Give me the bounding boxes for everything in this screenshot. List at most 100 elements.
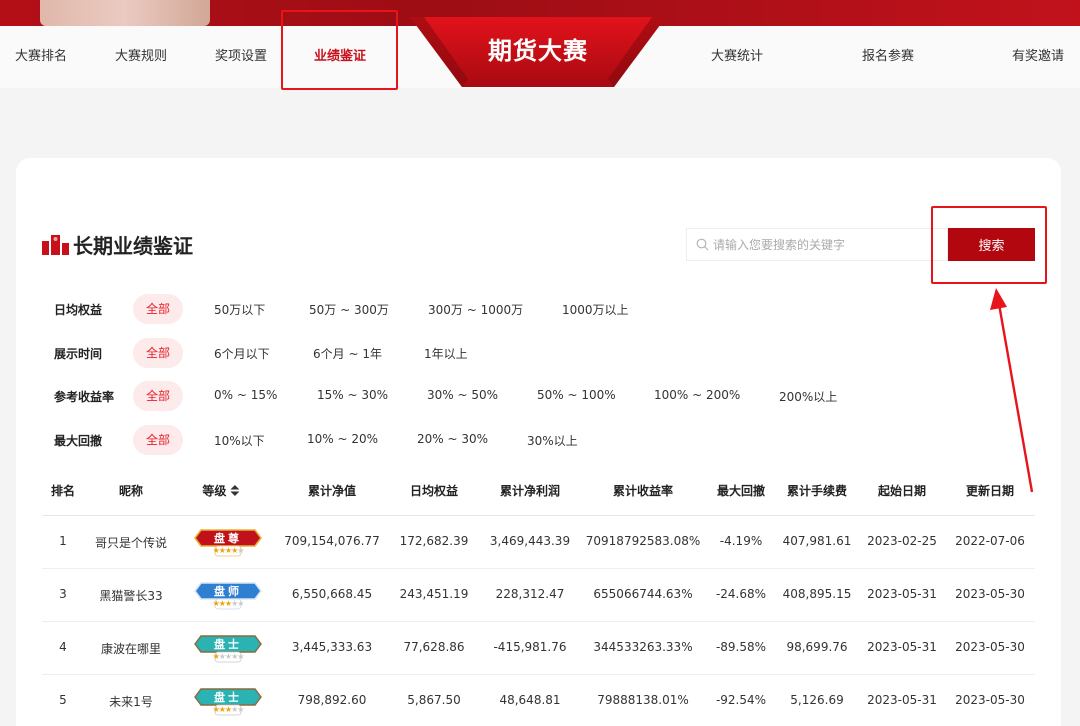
star-rating-icon: ★★★★★ [212, 546, 245, 555]
level-badge: 盘尊 ★★★★★ [193, 526, 263, 560]
filter-option[interactable]: 6个月以下 [214, 345, 270, 362]
filter-option[interactable]: 10% ~ 20% [307, 432, 378, 446]
cell-nickname: 黑猫警长33 [99, 589, 163, 603]
cell-start-date: 2023-05-31 [867, 693, 937, 707]
column-header-max-drawdown: 最大回撤 [716, 484, 766, 498]
cell-max-drawdown: -24.68% [715, 587, 767, 601]
filter-label: 展示时间 [54, 347, 103, 361]
cell-fees: 98,699.76 [786, 640, 848, 654]
cell-rank: 5 [59, 693, 67, 707]
column-header-return-rate: 累计收益率 [612, 484, 674, 498]
cell-net-profit: 48,648.81 [499, 693, 561, 707]
column-header-update-date: 更新日期 [965, 484, 1015, 498]
cell-nav: 3,445,333.63 [291, 640, 373, 654]
sort-icon [230, 485, 240, 496]
filter-option[interactable]: 20% ~ 30% [417, 432, 488, 446]
nav-item-ranking[interactable]: 大赛排名 [15, 26, 67, 88]
cell-fees: 407,981.61 [782, 534, 852, 548]
filter-option[interactable]: 50万 ~ 300万 [309, 301, 389, 318]
level-badge-label: 盘士 [214, 691, 242, 704]
filter-option[interactable]: 1000万以上 [562, 301, 629, 318]
cell-avg-equity: 77,628.86 [403, 640, 465, 654]
cell-nickname: 哥只是个传说 [94, 536, 168, 550]
cell-return-rate: 79888138.01% [597, 693, 689, 707]
cell-return-rate: 70918792583.08% [585, 534, 701, 548]
level-badge: 盘师 ★★★★★ [193, 579, 263, 613]
nav-item-register[interactable]: 报名参赛 [862, 26, 914, 88]
filter-option[interactable]: 1年以上 [424, 345, 468, 362]
cell-net-profit: 228,312.47 [495, 587, 565, 601]
level-badge-label: 盘师 [214, 585, 242, 598]
cell-avg-equity: 172,682.39 [399, 534, 469, 548]
search-icon [696, 238, 709, 251]
filter-option-all[interactable]: 全部 [133, 338, 184, 368]
cell-nickname: 未来1号 [109, 695, 153, 709]
nav-highlight-box [281, 10, 398, 90]
nav-item-awards[interactable]: 奖项设置 [215, 26, 267, 88]
search-input[interactable] [713, 229, 943, 260]
cell-nav: 6,550,668.45 [291, 587, 373, 601]
cell-max-drawdown: -89.58% [715, 640, 767, 654]
cell-update-date: 2023-05-30 [955, 640, 1025, 654]
cell-update-date: 2022-07-06 [955, 534, 1025, 548]
filter-option[interactable]: 50万以下 [214, 301, 265, 318]
filter-row-max-drawdown: 最大回撤 全部 10%以下 10% ~ 20% 20% ~ 30% 30%以上 [0, 425, 1080, 455]
table-row[interactable]: 3 黑猫警长33 盘师 ★★★★★ 6,550,668.45 243,451.1… [0, 569, 1080, 622]
column-header-avg-equity: 日均权益 [409, 484, 459, 498]
filter-option-all[interactable]: 全部 [133, 294, 184, 324]
table-row[interactable]: 4 康波在哪里 盘士 ★★★★★ 3,445,333.63 77,628.86 … [0, 622, 1080, 675]
cell-net-profit: -415,981.76 [493, 640, 567, 654]
filter-option[interactable]: 0% ~ 15% [214, 388, 277, 402]
contest-logo[interactable]: 期货大赛 [410, 17, 666, 87]
table-row[interactable]: 5 未来1号 盘士 ★★★★★ 798,892.60 5,867.50 48,6… [0, 675, 1080, 726]
cell-return-rate: 655066744.63% [593, 587, 693, 601]
column-header-net-profit: 累计净利润 [499, 484, 561, 498]
filter-option[interactable]: 30%以上 [527, 432, 578, 449]
filter-option[interactable]: 30% ~ 50% [427, 388, 498, 402]
filter-option[interactable]: 6个月 ~ 1年 [313, 345, 382, 362]
filter-option-all[interactable]: 全部 [133, 381, 184, 411]
column-header-start-date: 起始日期 [877, 484, 927, 498]
column-header-nav: 累计净值 [307, 484, 357, 498]
star-rating-icon: ★★★★★ [212, 652, 245, 661]
filter-row-avg-equity: 日均权益 全部 50万以下 50万 ~ 300万 300万 ~ 1000万 10… [0, 294, 1080, 324]
table-row[interactable]: 1 哥只是个传说 盘尊 ★★★★★ 709,154,076.77 172,682… [0, 516, 1080, 569]
filter-option[interactable]: 10%以下 [214, 432, 265, 449]
cell-start-date: 2023-02-25 [867, 534, 937, 548]
level-badge: 盘士 ★★★★★ [193, 685, 263, 719]
star-rating-icon: ★★★★★ [212, 599, 245, 608]
filter-label: 日均权益 [54, 303, 103, 317]
level-badge-label: 盘士 [214, 638, 242, 651]
column-header-fees: 累计手续费 [786, 484, 848, 498]
filter-option-all[interactable]: 全部 [133, 425, 184, 455]
column-header-rank: 排名 [50, 484, 76, 498]
cell-nav: 798,892.60 [297, 693, 367, 707]
level-badge: 盘士 ★★★★★ [193, 632, 263, 666]
filter-option[interactable]: 15% ~ 30% [317, 388, 388, 402]
logo-text: 期货大赛 [488, 37, 588, 65]
cell-update-date: 2023-05-30 [955, 693, 1025, 707]
filter-row-return-rate: 参考收益率 全部 0% ~ 15% 15% ~ 30% 30% ~ 50% 50… [0, 381, 1080, 411]
column-header-nickname: 昵称 [118, 484, 144, 498]
nav-item-statistics[interactable]: 大赛统计 [711, 26, 763, 88]
cell-fees: 5,126.69 [790, 693, 844, 707]
star-rating-icon: ★★★★★ [212, 705, 245, 714]
cell-avg-equity: 243,451.19 [399, 587, 469, 601]
filter-option[interactable]: 100% ~ 200% [654, 388, 740, 402]
cell-avg-equity: 5,867.50 [407, 693, 461, 707]
cell-rank: 4 [59, 640, 67, 654]
cell-net-profit: 3,469,443.39 [489, 534, 571, 548]
cell-return-rate: 344533263.33% [593, 640, 693, 654]
cell-max-drawdown: -92.54% [715, 693, 767, 707]
filter-label: 最大回撤 [54, 434, 103, 448]
cell-fees: 408,895.15 [782, 587, 852, 601]
cell-start-date: 2023-05-31 [867, 640, 937, 654]
nav-item-invite[interactable]: 有奖邀请 [1012, 26, 1064, 88]
section-title: 长期业绩鉴证 [73, 234, 193, 258]
filter-option[interactable]: 300万 ~ 1000万 [428, 301, 523, 318]
column-header-level[interactable]: 等级 [202, 482, 240, 499]
column-header-level-label: 等级 [202, 484, 227, 498]
filter-option[interactable]: 200%以上 [779, 388, 837, 405]
filter-option[interactable]: 50% ~ 100% [537, 388, 616, 402]
nav-item-rules[interactable]: 大赛规则 [115, 26, 167, 88]
